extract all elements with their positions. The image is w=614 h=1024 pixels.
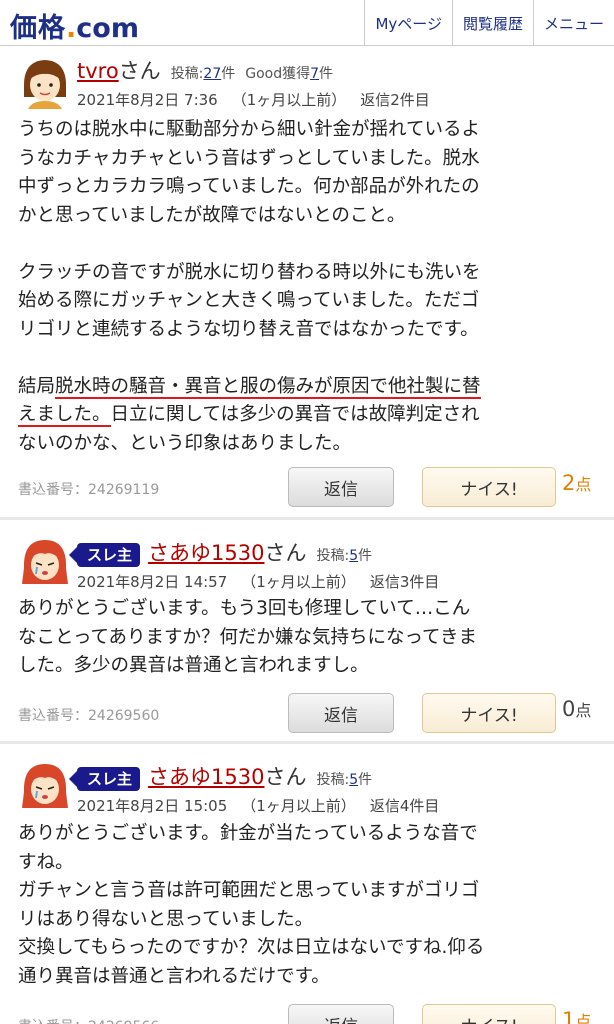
reply-index: 返信4件目 <box>369 797 440 815</box>
nice-count-unit: 点 <box>575 701 592 720</box>
post-footer: 書込番号：24269119 返信 ナイス! 2点 <box>18 467 608 507</box>
body-line: ないのかな、という印象はありました。 <box>18 432 352 454</box>
post-number: 書込番号：24269566 <box>18 1016 159 1024</box>
body-line: リはあり得ないと思っていました。 <box>18 908 314 930</box>
reply-button[interactable]: 返信 <box>288 1004 394 1024</box>
body-text: 日立に関しては多少の異音では故障判定され <box>110 404 480 425</box>
post-meta: スレ主 さあゆ1530 さん 投稿:5件 2021年8月2日 15:05 （1ヶ月… <box>68 761 453 816</box>
post-count-label: 投稿: <box>316 548 350 564</box>
post-count-unit: 件 <box>358 548 373 564</box>
user-avatar-icon[interactable] <box>18 55 72 109</box>
post-count-link[interactable]: 5 <box>349 548 358 564</box>
post-count-unit: 件 <box>221 66 236 82</box>
reply-button[interactable]: 返信 <box>288 467 394 507</box>
nice-button[interactable]: ナイス! <box>422 1004 556 1024</box>
body-line: ありがとうございます。もう3回も修理していて…こん <box>18 598 471 619</box>
username-link[interactable]: さあゆ1530 <box>148 761 264 791</box>
kakaku-logo[interactable]: 価格. com <box>10 6 139 44</box>
post-count: 投稿:5件 <box>316 545 372 565</box>
nice-count-value: 1 <box>562 1008 576 1024</box>
body-line: すね。 <box>18 851 74 873</box>
post-meta: スレ主 さあゆ1530 さん 投稿:5件 2021年8月2日 14:57 （1ヶ月… <box>68 537 453 592</box>
good-count: Good獲得7件 <box>245 63 333 83</box>
body-line: クラッチの音ですが脱水に切り替わる時以外にも洗いを <box>18 261 481 283</box>
good-count-unit: 件 <box>319 66 334 82</box>
post-count-label: 投稿: <box>316 772 350 788</box>
body-line: 交換してもらったのですか？次は日立はないですね.仰る <box>18 937 485 958</box>
post-item: スレ主 さあゆ1530 さん 投稿:5件 2021年8月2日 14:57 （1ヶ月… <box>0 520 614 744</box>
nice-count-unit: 点 <box>575 1012 592 1024</box>
nice-count-value: 0 <box>562 697 576 721</box>
post-number: 書込番号：24269560 <box>18 708 160 724</box>
post-number: 書込番号：24269119 <box>18 482 160 498</box>
nice-count-unit: 点 <box>575 475 592 494</box>
nice-count: 0点 <box>562 697 591 721</box>
nice-count-value: 2 <box>562 471 576 495</box>
post-count-link[interactable]: 27 <box>203 66 221 82</box>
good-count-link[interactable]: 7 <box>310 66 319 82</box>
body-line: かと思っていましたが故障ではないとのこと。 <box>18 204 406 226</box>
post-date: 2021年8月2日 7:36 <box>77 91 218 109</box>
reply-button[interactable]: 返信 <box>288 693 394 733</box>
body-line: ガチャンと言う音は許可範囲だと思っていますがゴリゴ <box>18 880 480 901</box>
post-item: スレ主 さあゆ1530 さん 投稿:5件 2021年8月2日 15:05 （1ヶ月… <box>0 744 614 1024</box>
body-line: 結局脱水時の騒音・異音と服の傷みが原因で他社製に替 <box>18 373 604 402</box>
body-line: うなカチャカチャという音はずっとしていました。脱水 <box>18 147 480 169</box>
post-date: 2021年8月2日 14:57 <box>77 573 228 591</box>
body-line: うちのは脱水中に駆動部分から細い針金が揺れているよ <box>18 119 480 140</box>
post-item: tvro さん 投稿:27件 Good獲得7件 2021年8月2日 7:36 （1… <box>0 47 614 520</box>
thread-owner-badge: スレ主 <box>68 766 141 791</box>
honorific: さん <box>264 765 307 789</box>
post-count-link[interactable]: 5 <box>349 772 358 788</box>
body-line: なことってありますか？何だか嫌な気持ちになってきま <box>18 626 477 648</box>
body-line: 通り異音は普通と言われるだけです。 <box>18 965 330 987</box>
body-line: リゴリと連続するような切り替え音ではなかったです。 <box>18 318 479 340</box>
post-footer: 書込番号：24269560 返信 ナイス! 0点 <box>18 693 608 733</box>
logo-com: com <box>76 13 139 44</box>
post-footer: 書込番号：24269566 返信 ナイス! 1点 <box>18 1004 608 1024</box>
username-link[interactable]: tvro <box>77 59 119 83</box>
post-count-unit: 件 <box>358 772 373 788</box>
nice-count: 2点 <box>562 471 591 495</box>
post-relative-time: （1ヶ月以上前） <box>231 91 347 109</box>
nav-my-page[interactable]: Myページ <box>364 0 452 46</box>
post-count: 投稿:5件 <box>316 769 372 789</box>
body-line: 中ずっとカラカラ鳴っていました。何か部品が外れたの <box>18 176 480 197</box>
nav-menu[interactable]: メニュー <box>532 0 614 46</box>
honorific: さん <box>264 541 307 565</box>
post-relative-time: （1ヶ月以上前） <box>241 797 356 815</box>
nice-button[interactable]: ナイス! <box>422 693 556 733</box>
good-count-label: Good獲得 <box>245 66 311 82</box>
site-header: 価格. com Myページ 閲覧履歴 メニュー <box>0 0 614 46</box>
thread-owner-badge: スレ主 <box>68 542 141 567</box>
post-relative-time: （1ヶ月以上前） <box>241 573 356 591</box>
red-underlined-text: 脱水時の騒音・異音と服の傷みが原因で他社製に替 <box>55 375 481 399</box>
reply-index: 返信3件目 <box>369 573 440 591</box>
body-line: ありがとうございます。針金が当たっているような音で <box>18 823 478 844</box>
user-avatar-icon[interactable] <box>18 758 72 812</box>
body-text: 結局 <box>18 375 56 397</box>
body-line: した。多少の異音は普通と言われますし。 <box>18 655 369 676</box>
nav-history[interactable]: 閲覧履歴 <box>451 0 533 46</box>
body-line: えました。日立に関しては多少の異音では故障判定され <box>18 401 604 430</box>
logo-dot: . <box>66 13 77 44</box>
body-line: 始める際にガッチャンと大きく鳴っていました。ただゴ <box>18 290 480 311</box>
post-count-label: 投稿: <box>170 66 204 82</box>
nice-count: 1点 <box>562 1008 591 1024</box>
post-count: 投稿:27件 <box>171 63 236 83</box>
logo-text: 価格 <box>10 13 66 44</box>
user-avatar-icon[interactable] <box>18 534 72 588</box>
username-link[interactable]: さあゆ1530 <box>148 537 264 567</box>
post-meta: tvro さん 投稿:27件 Good獲得7件 2021年8月2日 7:36 （1… <box>77 55 444 110</box>
red-underlined-text: えました。 <box>18 404 111 427</box>
post-body: うちのは脱水中に駆動部分から細い針金が揺れているよ うなカチャカチャという音はず… <box>18 116 604 458</box>
nice-button[interactable]: ナイス! <box>422 467 556 507</box>
post-body: ありがとうございます。もう3回も修理していて…こん なことってありますか？何だか… <box>18 595 604 681</box>
post-body: ありがとうございます。針金が当たっているような音で すね。 ガチャンと言う音は許… <box>18 820 604 991</box>
honorific: さん <box>118 59 161 83</box>
header-nav: Myページ 閲覧履歴 メニュー <box>364 0 614 46</box>
post-date: 2021年8月2日 15:05 <box>77 797 228 815</box>
reply-index: 返信2件目 <box>360 91 430 109</box>
